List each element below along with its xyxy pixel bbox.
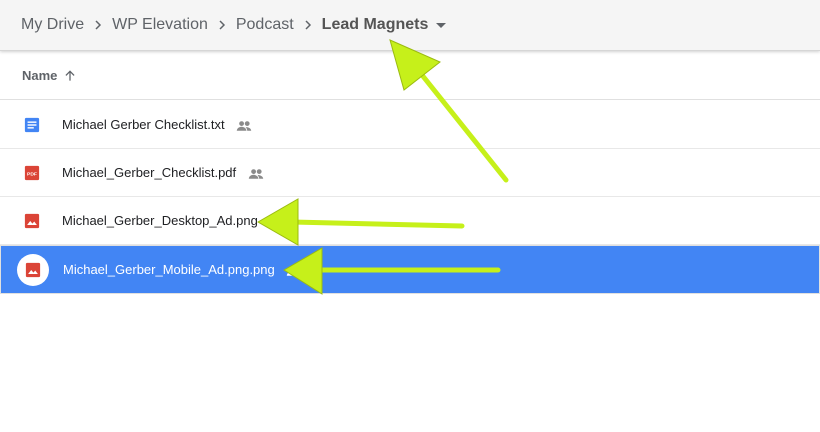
file-row-selected[interactable]: Michael_Gerber_Mobile_Ad.png.png: [0, 245, 820, 294]
file-name-text: Michael_Gerber_Checklist.pdf: [62, 165, 237, 180]
breadcrumb-item-my-drive[interactable]: My Drive: [21, 16, 84, 34]
pdf-icon-label: PDF: [27, 171, 37, 177]
caret-down-icon[interactable]: [436, 22, 447, 28]
file-name: Michael_Gerber_Desktop_Ad.png: [62, 213, 285, 228]
file-row[interactable]: Michael_Gerber_Desktop_Ad.png: [0, 197, 820, 245]
column-header: Name: [0, 52, 820, 100]
file-name: Michael_Gerber_Checklist.pdf: [62, 165, 264, 180]
file-name-text: Michael Gerber Checklist.txt: [62, 117, 225, 132]
shared-people-icon: [248, 168, 263, 179]
file-name-text: Michael_Gerber_Desktop_Ad.png: [62, 213, 258, 228]
column-name-header[interactable]: Name: [22, 68, 57, 83]
breadcrumb-item-wp-elevation[interactable]: WP Elevation: [112, 16, 208, 34]
breadcrumb-current-folder[interactable]: Lead Magnets: [322, 16, 429, 34]
file-row[interactable]: PDF Michael_Gerber_Checklist.pdf: [0, 149, 820, 197]
shared-people-icon: [270, 216, 285, 227]
chevron-right-icon: [86, 13, 110, 37]
image-icon: [17, 253, 49, 286]
file-name: Michael_Gerber_Mobile_Ad.png.png: [63, 262, 302, 277]
breadcrumb: My Drive WP Elevation Podcast Lead Magne…: [0, 0, 820, 51]
file-name-text: Michael_Gerber_Mobile_Ad.png.png: [63, 262, 275, 277]
chevron-right-icon: [210, 13, 234, 37]
document-icon: [23, 116, 41, 134]
pdf-icon: PDF: [23, 164, 41, 182]
shared-people-icon: [287, 265, 302, 276]
breadcrumb-item-podcast[interactable]: Podcast: [236, 16, 294, 34]
image-icon: [23, 212, 41, 230]
chevron-right-icon: [296, 13, 320, 37]
shared-people-icon: [236, 120, 252, 131]
arrow-up-icon[interactable]: [63, 69, 77, 83]
file-row[interactable]: Michael Gerber Checklist.txt: [0, 101, 820, 149]
file-list: Michael Gerber Checklist.txt PDF Michael…: [0, 101, 820, 294]
drive-file-view: My Drive WP Elevation Podcast Lead Magne…: [0, 0, 820, 432]
file-name: Michael Gerber Checklist.txt: [62, 117, 252, 132]
